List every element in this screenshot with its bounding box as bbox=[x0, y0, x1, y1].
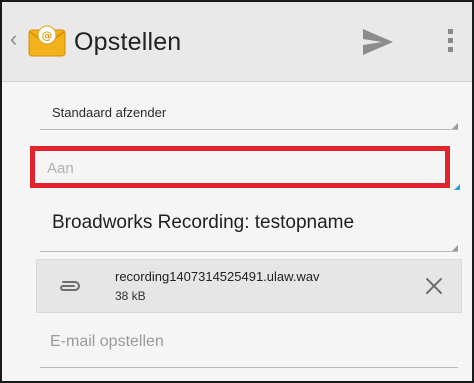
sender-dropdown[interactable]: Standaard afzender bbox=[40, 100, 458, 130]
subject-field[interactable]: Broadworks Recording: testopname bbox=[40, 202, 458, 252]
overflow-menu-icon[interactable] bbox=[442, 26, 458, 58]
body-field bbox=[40, 324, 458, 368]
paperclip-icon bbox=[60, 281, 80, 291]
attachment-size: 38 kB bbox=[115, 289, 146, 303]
subject-value: Broadworks Recording: testopname bbox=[52, 212, 355, 233]
sender-value: Standaard afzender bbox=[52, 105, 167, 120]
to-dropdown-corner-icon bbox=[454, 184, 460, 190]
to-input[interactable] bbox=[47, 157, 427, 179]
compose-screen: ‹ @ Opstellen Standaard afzender Broadwo… bbox=[0, 0, 474, 383]
screen-title: Opstellen bbox=[74, 28, 182, 56]
email-envelope-icon[interactable]: @ bbox=[28, 24, 66, 58]
attachment-item[interactable]: recording1407314525491.ulaw.wav 38 kB bbox=[36, 259, 462, 313]
svg-text:@: @ bbox=[42, 29, 53, 42]
subject-corner-icon bbox=[452, 245, 458, 251]
dropdown-corner-icon bbox=[452, 123, 458, 129]
chevron-left-icon[interactable]: ‹ bbox=[10, 28, 17, 50]
to-field-highlight bbox=[30, 146, 450, 188]
action-bar: ‹ @ Opstellen bbox=[2, 2, 472, 82]
close-icon[interactable] bbox=[423, 275, 445, 297]
send-icon[interactable] bbox=[360, 26, 396, 58]
attachment-filename: recording1407314525491.ulaw.wav bbox=[115, 269, 320, 284]
body-input[interactable] bbox=[50, 330, 440, 354]
